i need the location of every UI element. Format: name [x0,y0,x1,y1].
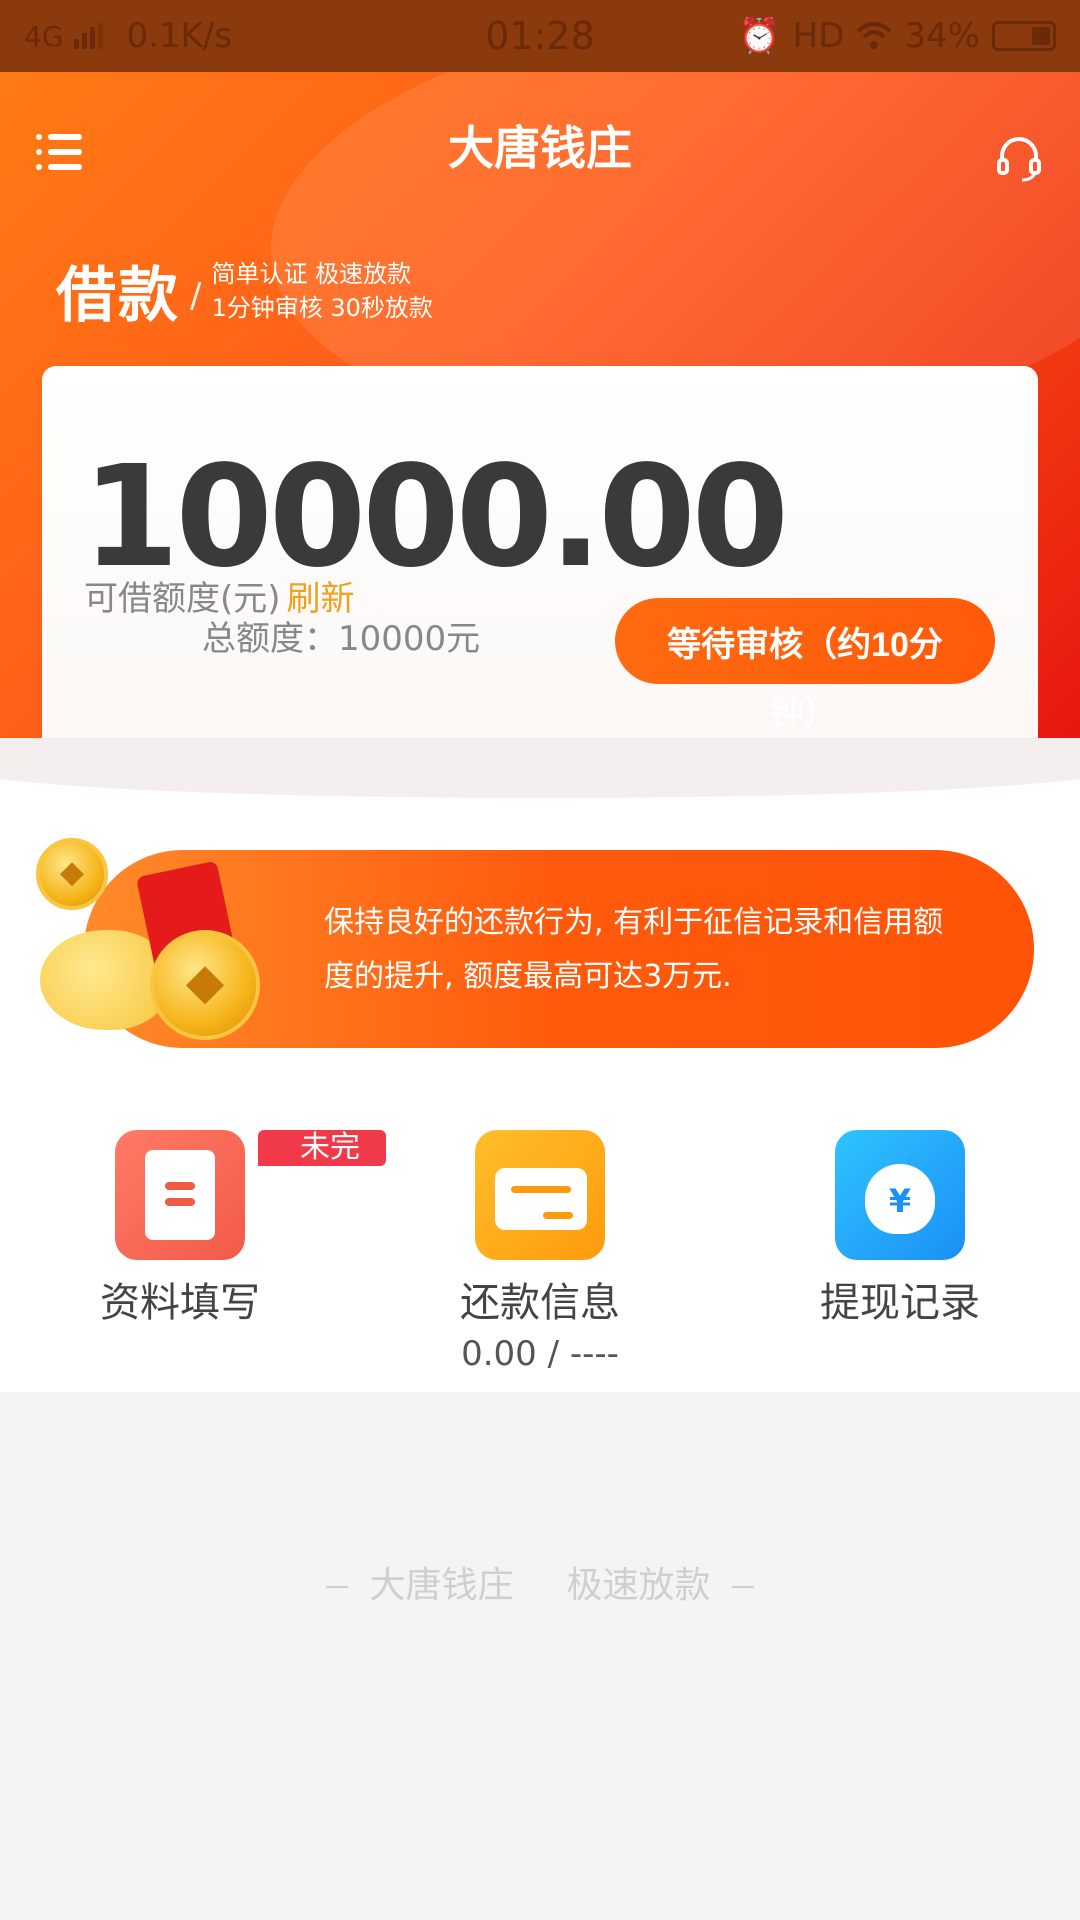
incomplete-badge: 未完 [258,1130,386,1166]
hd-indicator: HD [792,16,845,56]
pending-review-overflow-text: 钟） [770,694,838,734]
wifi-icon [857,22,892,49]
promo-text: 保持良好的还款行为, 有利于征信记录和信用额度的提升, 额度最高可达3万元. [324,905,944,994]
money-bag-icon: ¥ [835,1130,965,1260]
tagline-title: 借款 [56,261,180,331]
feature-repayment[interactable]: 还款信息 0.00 / ---- [390,1130,690,1374]
repayment-amount: 0.00 / ---- [461,1334,619,1374]
coin-icon [36,838,108,910]
status-left: 4G 0.1K/s [24,16,404,56]
feature-grid: 未完 资料填写 还款信息 0.00 / ---- ¥ 提现记录 [0,1130,1080,1374]
feature-profile[interactable]: 未完 资料填写 [30,1130,386,1328]
tagline-subtext: 简单认证 极速放款 1分钟审核 30秒放款 [211,257,432,325]
status-time: 01:28 [485,14,595,58]
credit-card: 10000.00 可借额度(元) 刷新 总额度：10000元 等待审核（约10分 … [42,366,1038,786]
tagline-line-2: 1分钟审核 30秒放款 [211,293,433,322]
feature-label: 提现记录 [820,1280,980,1326]
status-bar: 4G 0.1K/s 01:28 ⏰ HD 34% [0,0,1080,72]
total-limit: 总额度：10000元 [202,619,481,659]
document-icon [115,1130,245,1260]
network-speed: 0.1K/s [126,16,233,56]
battery-icon [992,21,1056,51]
card-icon [475,1130,605,1260]
curve-divider [0,738,1080,798]
tagline-divider: / [190,275,202,316]
network-type: 4G [24,19,64,53]
feature-label: 资料填写 [100,1280,260,1326]
battery-percent: 34% [904,16,980,56]
headset-icon[interactable] [994,134,1044,184]
coin-icon [150,930,260,1040]
alarm-icon: ⏰ [738,16,781,56]
slogan-left: 大唐钱庄 [369,1565,514,1606]
loan-tagline: 借款 / 简单认证 极速放款 1分钟审核 30秒放款 [56,247,433,334]
footer-slogan: 大唐钱庄 极速放款 [0,1556,1080,1608]
feature-label: 还款信息 [460,1280,620,1326]
status-right: ⏰ HD 34% [676,16,1056,56]
feature-withdraw-history[interactable]: ¥ 提现记录 [750,1130,1050,1328]
slogan-right: 极速放款 [566,1565,711,1606]
signal-icon [73,23,103,49]
nav-bar: 大唐钱庄 [0,72,1080,212]
tagline-line-1: 简单认证 极速放款 [211,259,412,288]
app-title: 大唐钱庄 [448,121,632,175]
pending-review-button[interactable]: 等待审核（约10分 [615,598,995,684]
